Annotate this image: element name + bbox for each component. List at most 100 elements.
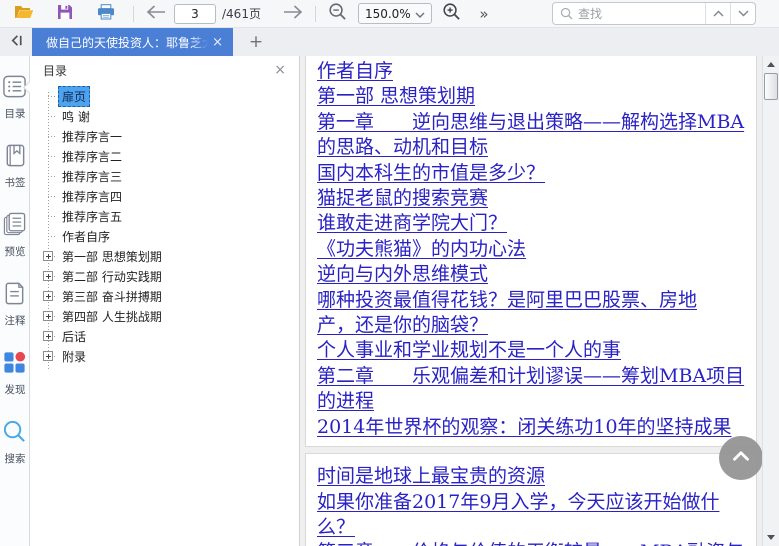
left-sidebar: 目录 书签 预览 注释 发现 搜索 xyxy=(0,56,30,546)
back-to-top-button[interactable] xyxy=(719,436,763,480)
toc-tree-item[interactable]: 扉页 xyxy=(30,85,299,107)
triangle-down-icon xyxy=(767,535,775,540)
doc-toc-link[interactable]: 2014年世界杯的观察：闭关练功10年的坚持成果 xyxy=(317,415,748,440)
open-file-button[interactable] xyxy=(12,2,36,26)
toc-tree-item[interactable]: 第四部 人生挑战期 xyxy=(30,306,299,326)
chevron-down-icon xyxy=(415,7,425,21)
expand-plus-icon[interactable] xyxy=(43,351,53,361)
tab-close-icon[interactable]: × xyxy=(208,36,227,49)
sidebar-item-discover[interactable]: 发现 xyxy=(2,350,27,397)
expand-plus-icon[interactable] xyxy=(43,251,53,261)
next-page-button[interactable] xyxy=(281,2,305,26)
sidebar-label: 搜索 xyxy=(4,452,25,465)
toc-tree-item[interactable]: 附录 xyxy=(30,346,299,366)
doc-toc-link[interactable]: 的思路、动机和目标 xyxy=(317,135,748,160)
expand-plus-icon[interactable] xyxy=(43,311,53,321)
close-icon[interactable]: × xyxy=(271,63,289,77)
scroll-up-button[interactable] xyxy=(763,57,779,72)
pdf-reader-window: 3 /461页 150.0% » 做自己的天使投资人：耶鲁芝大 xyxy=(0,0,779,546)
toolbar-separator xyxy=(314,5,316,22)
printer-icon xyxy=(97,3,115,24)
main-area: 目录 书签 预览 注释 发现 搜索 目录 × 扉页 鸣 谢 推荐序言一 推荐序言… xyxy=(0,56,779,546)
zoom-in-button[interactable] xyxy=(440,2,464,26)
new-tab-button[interactable]: + xyxy=(241,28,271,56)
doc-toc-link[interactable]: 哪种投资最值得花钱？是阿里巴巴股票、房地 xyxy=(317,288,748,313)
toc-tree-item[interactable]: 第三部 奋斗拼搏期 xyxy=(30,286,299,306)
toc-icon xyxy=(2,74,27,103)
arrow-left-icon xyxy=(145,4,167,24)
zoom-out-button[interactable] xyxy=(326,2,350,26)
sidebar-item-bookmarks[interactable]: 书签 xyxy=(2,143,27,190)
toc-item-label: 后话 xyxy=(62,329,87,344)
pdf-page: 时间是地球上最宝贵的资源如果你准备2017年9月入学，今天应该开始做什么？第三章… xyxy=(305,453,757,546)
sidebar-label: 书签 xyxy=(4,176,25,189)
toc-tree-item[interactable]: 推荐序言一 xyxy=(30,126,299,146)
page-total-label: /461页 xyxy=(222,7,261,21)
pdf-page: 作者自序 第一部 思想策划期 第一章 逆向思维与退出策略——解构选择MBA 的思路、动… xyxy=(305,56,757,448)
more-tools-button[interactable]: » xyxy=(472,2,496,26)
collapse-tabs-icon xyxy=(8,33,25,52)
document-viewport: 作者自序 第一部 思想策划期 第一章 逆向思维与退出策略——解构选择MBA 的思路、动… xyxy=(300,56,779,546)
doc-toc-link[interactable]: 如果你准备2017年9月入学，今天应该开始做什 xyxy=(317,490,748,515)
collapse-tabs-button[interactable] xyxy=(0,28,32,56)
sidebar-item-search[interactable]: 搜索 xyxy=(2,419,27,466)
vertical-scrollbar[interactable] xyxy=(762,56,779,546)
pages-column: 作者自序 第一部 思想策划期 第一章 逆向思维与退出策略——解构选择MBA 的思路、动… xyxy=(305,56,757,546)
toc-tree-item[interactable]: 第一部 思想策划期 xyxy=(30,246,299,266)
sidebar-item-preview[interactable]: 预览 xyxy=(2,212,27,259)
sidebar-item-annotations[interactable]: 注释 xyxy=(2,281,27,328)
toc-tree-item[interactable]: 推荐序言四 xyxy=(30,186,299,206)
zoom-out-icon xyxy=(328,2,347,25)
toc-tree-item[interactable]: 第二部 行动实践期 xyxy=(30,266,299,286)
toc-item-label: 附录 xyxy=(62,349,87,364)
toc-item-label: 第二部 行动实践期 xyxy=(62,269,162,284)
zoom-level-value: 150.0% xyxy=(364,6,411,21)
previous-page-button[interactable] xyxy=(144,2,168,26)
scrollbar-thumb[interactable] xyxy=(764,73,778,100)
active-document-tab[interactable]: 做自己的天使投资人：耶鲁芝大 × xyxy=(32,28,233,56)
doc-toc-link[interactable]: 第一部 思想策划期 xyxy=(317,84,748,109)
preview-icon xyxy=(2,212,27,241)
doc-toc-link[interactable]: 谁敢走进商学院大门？ xyxy=(317,211,748,236)
doc-toc-link[interactable]: 的进程 xyxy=(317,389,748,414)
toc-tree-item[interactable]: 推荐序言五 xyxy=(30,206,299,226)
toc-tree-item[interactable]: 鸣 谢 xyxy=(30,106,299,126)
expand-plus-icon[interactable] xyxy=(43,291,53,301)
find-next-button[interactable] xyxy=(730,3,755,24)
sidebar-item-toc[interactable]: 目录 xyxy=(2,74,27,121)
doc-toc-link[interactable]: 时间是地球上最宝贵的资源 xyxy=(317,464,748,489)
toc-tree-item[interactable]: 作者自序 xyxy=(30,226,299,246)
doc-toc-link[interactable]: 逆向与内外思维模式 xyxy=(317,262,748,287)
expand-plus-icon[interactable] xyxy=(43,271,53,281)
doc-toc-link[interactable]: 第二章 乐观偏差和计划谬误——筹划MBA项目 xyxy=(317,364,748,389)
doc-toc-link[interactable]: 个人事业和学业规划不是一个人的事 xyxy=(317,338,748,363)
find-previous-button[interactable] xyxy=(705,3,730,24)
toc-item-label: 鸣 谢 xyxy=(62,109,90,124)
doc-toc-link[interactable]: 猫捉老鼠的搜索竞赛 xyxy=(317,186,748,211)
doc-toc-link[interactable]: 产，还是你的脑袋？ xyxy=(317,313,748,338)
toc-item-label: 第四部 人生挑战期 xyxy=(62,309,162,324)
search-icon xyxy=(2,419,27,448)
toc-tree-item[interactable]: 推荐序言三 xyxy=(30,166,299,186)
page-number-input[interactable]: 3 xyxy=(174,3,216,24)
doc-toc-link[interactable]: 第一章 逆向思维与退出策略——解构选择MBA xyxy=(317,110,748,135)
toc-tree-item[interactable]: 后话 xyxy=(30,326,299,346)
zoom-in-icon xyxy=(442,2,461,25)
doc-toc-link[interactable]: 作者自序 xyxy=(317,59,748,84)
doc-toc-link[interactable]: 么？ xyxy=(317,515,748,540)
print-button[interactable] xyxy=(94,2,118,26)
scroll-down-button[interactable] xyxy=(763,530,779,545)
expand-plus-icon[interactable] xyxy=(43,331,53,341)
tab-bar: 做自己的天使投资人：耶鲁芝大 × + xyxy=(0,28,779,56)
toc-item-label: 推荐序言五 xyxy=(62,209,123,224)
save-button[interactable] xyxy=(53,2,77,26)
find-input[interactable] xyxy=(578,6,705,21)
sidebar-label: 预览 xyxy=(4,245,25,258)
sidebar-label: 目录 xyxy=(4,107,25,120)
toc-item-label: 第三部 奋斗拼搏期 xyxy=(62,289,162,304)
zoom-level-select[interactable]: 150.0% xyxy=(357,3,432,24)
doc-toc-link[interactable]: 国内本科生的市值是多少？ xyxy=(317,161,748,186)
doc-toc-link[interactable]: 《功夫熊猫》的内功心法 xyxy=(317,237,748,262)
toc-tree-item[interactable]: 推荐序言二 xyxy=(30,146,299,166)
doc-toc-link[interactable]: 第三章 价格与价值的平衡较量——MBA融资与 xyxy=(317,540,748,546)
